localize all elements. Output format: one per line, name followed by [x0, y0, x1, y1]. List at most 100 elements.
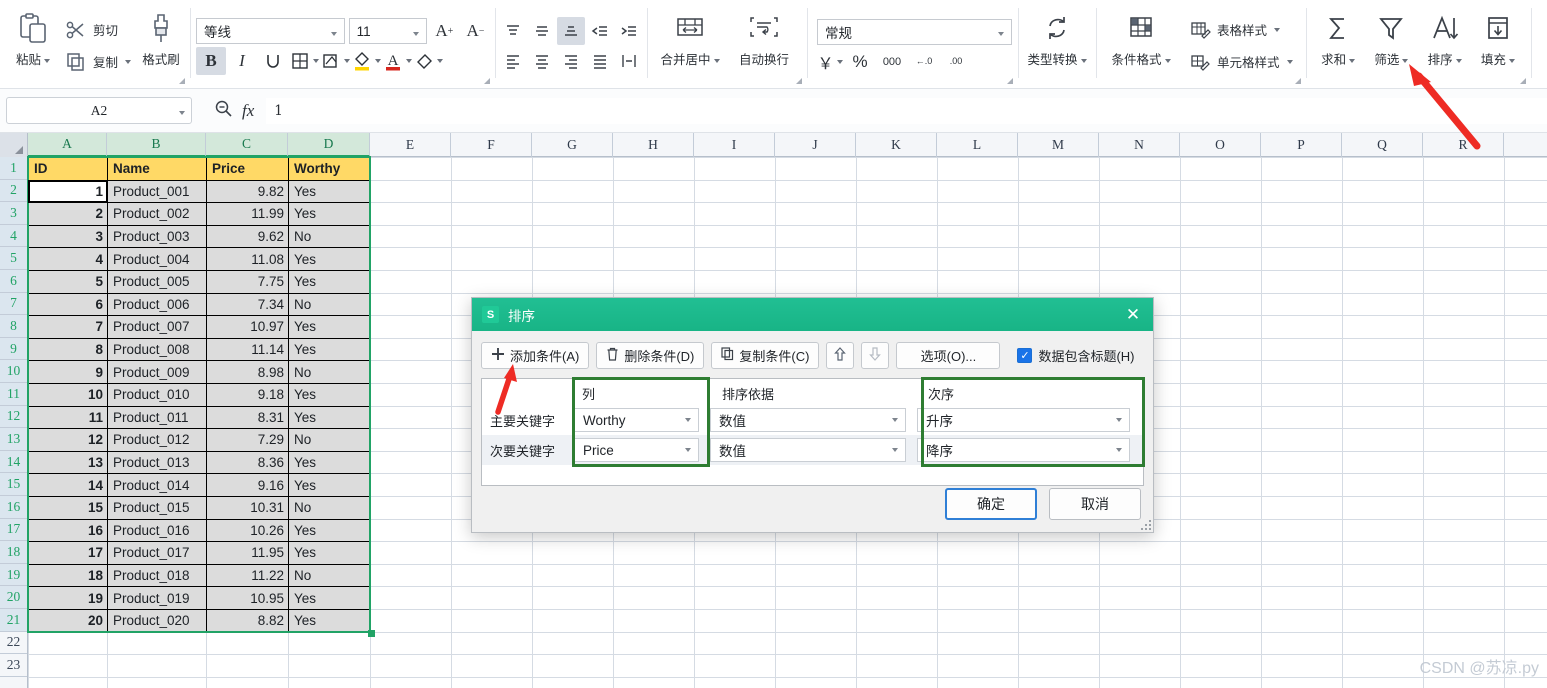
grid-cell[interactable]: 10.97 [207, 316, 288, 338]
grid-cell[interactable]: Yes [289, 271, 370, 293]
column-header-G[interactable]: G [532, 133, 613, 157]
grid-cell[interactable]: 9.18 [207, 384, 288, 406]
grid-cell[interactable]: 11 [29, 407, 107, 429]
grid-cell[interactable]: Yes [289, 339, 370, 361]
grid-cell[interactable]: Yes [289, 452, 370, 474]
grid-cell[interactable]: Name [108, 158, 206, 180]
row-header-22[interactable]: 22 [0, 632, 27, 655]
percent-format-button[interactable]: % [845, 48, 875, 76]
grid-cell[interactable]: Product_002 [108, 203, 206, 225]
grid-cell[interactable]: 9 [29, 361, 107, 383]
grid-cell[interactable]: 10.95 [207, 587, 288, 609]
grid-cell[interactable]: No [289, 361, 370, 383]
grid-cell[interactable]: 5 [29, 271, 107, 293]
move-up-button[interactable] [826, 342, 854, 369]
chevron-down-icon[interactable] [375, 59, 381, 63]
grid-cell[interactable]: 10 [29, 384, 107, 406]
move-down-button[interactable] [861, 342, 889, 369]
chevron-down-icon[interactable] [44, 59, 50, 63]
comma-format-button[interactable]: 000 [877, 48, 907, 76]
column-header-D[interactable]: D [288, 133, 370, 157]
editing-dialog-launcher[interactable] [1518, 76, 1527, 85]
grid-cell[interactable]: Yes [289, 384, 370, 406]
column-header-K[interactable]: K [856, 133, 937, 157]
styles-dialog-launcher[interactable] [1293, 76, 1302, 85]
column-header-C[interactable]: C [206, 133, 288, 157]
wrap-text-button[interactable]: 自动换行 [727, 3, 801, 88]
grid-cell[interactable]: Product_001 [108, 181, 206, 203]
alignment-dialog-launcher[interactable] [794, 76, 803, 85]
delete-condition-button[interactable]: 删除条件(D) [596, 342, 704, 369]
align-left-button[interactable] [499, 47, 527, 75]
grid-cell[interactable]: 12 [29, 429, 107, 451]
cut-button[interactable]: 剪切 [58, 16, 123, 44]
grid-cell[interactable]: Product_003 [108, 226, 206, 248]
close-icon[interactable]: ✕ [1113, 298, 1153, 331]
autosum-button[interactable]: 求和 [1312, 3, 1365, 88]
chevron-down-icon[interactable] [406, 59, 412, 63]
grid-cell[interactable]: 10.31 [207, 497, 288, 519]
grid-cell[interactable]: 1 [29, 181, 107, 203]
chevron-down-icon[interactable] [714, 59, 720, 63]
chevron-down-icon[interactable] [837, 60, 843, 64]
column-header-P[interactable]: P [1261, 133, 1342, 157]
clear-format-button[interactable] [413, 47, 443, 75]
ok-button[interactable]: 确定 [945, 488, 1037, 520]
secondary-order-select[interactable]: 降序 [917, 438, 1130, 462]
increase-indent-button[interactable] [615, 17, 643, 45]
distribute-button[interactable] [615, 47, 643, 75]
grid-cell[interactable]: 8 [29, 339, 107, 361]
secondary-sort-on-select[interactable]: 数值 [710, 438, 906, 462]
grid-cell[interactable]: Product_019 [108, 587, 206, 609]
grid-cell[interactable]: 14 [29, 474, 107, 496]
grid-cell[interactable]: Product_013 [108, 452, 206, 474]
grid-cell[interactable]: 18 [29, 565, 107, 587]
grid-cell[interactable]: Yes [289, 248, 370, 270]
cancel-button[interactable]: 取消 [1049, 488, 1141, 520]
align-center-button[interactable] [528, 47, 556, 75]
fx-label[interactable]: fx [242, 101, 254, 121]
grid-cell[interactable]: 19 [29, 587, 107, 609]
chevron-down-icon[interactable] [179, 103, 185, 119]
grid-cell[interactable]: Product_012 [108, 429, 206, 451]
row-header-7[interactable]: 7 [0, 293, 27, 316]
row-header-18[interactable]: 18 [0, 541, 27, 564]
grid-cell[interactable]: 11.08 [207, 248, 288, 270]
filter-button[interactable]: 筛选 [1365, 3, 1418, 88]
row-header-6[interactable]: 6 [0, 270, 27, 293]
italic-button[interactable]: I [227, 47, 257, 75]
row-header-1[interactable]: 1 [0, 157, 27, 180]
chevron-down-icon[interactable] [1509, 59, 1515, 63]
grid-cell[interactable]: No [289, 565, 370, 587]
zoom-out-icon[interactable] [214, 99, 233, 123]
grid-cell[interactable]: 10.26 [207, 520, 288, 542]
fill-button[interactable]: 填充 [1471, 3, 1524, 88]
grid-cell[interactable]: 16 [29, 520, 107, 542]
grid-cell[interactable]: Worthy [289, 158, 370, 180]
grid-cell[interactable]: 17 [29, 542, 107, 564]
grid-cell[interactable]: Yes [289, 181, 370, 203]
column-header-F[interactable]: F [451, 133, 532, 157]
resize-grip-icon[interactable] [1139, 518, 1151, 530]
align-top-button[interactable] [499, 17, 527, 45]
grid-cell[interactable]: 20 [29, 610, 107, 632]
align-bottom-button[interactable] [557, 17, 585, 45]
column-header-N[interactable]: N [1099, 133, 1180, 157]
chevron-down-icon[interactable] [437, 59, 443, 63]
grid-cell[interactable]: 8.98 [207, 361, 288, 383]
chevron-down-icon[interactable] [1081, 59, 1087, 63]
grid-cell[interactable]: 8.82 [207, 610, 288, 632]
grid-cell[interactable]: 6 [29, 294, 107, 316]
column-header-O[interactable]: O [1180, 133, 1261, 157]
row-header-10[interactable]: 10 [0, 360, 27, 383]
column-header-R[interactable]: R [1423, 133, 1504, 157]
grid-cell[interactable]: 8.36 [207, 452, 288, 474]
number-dialog-launcher[interactable] [1005, 76, 1014, 85]
fill-color-button[interactable] [351, 47, 381, 75]
row-header-16[interactable]: 16 [0, 496, 27, 519]
row-header-3[interactable]: 3 [0, 202, 27, 225]
copy-button[interactable]: 复制 [58, 48, 136, 76]
grid-cell[interactable]: Product_007 [108, 316, 206, 338]
bold-button[interactable]: B [196, 47, 226, 75]
row-header-4[interactable]: 4 [0, 225, 27, 248]
